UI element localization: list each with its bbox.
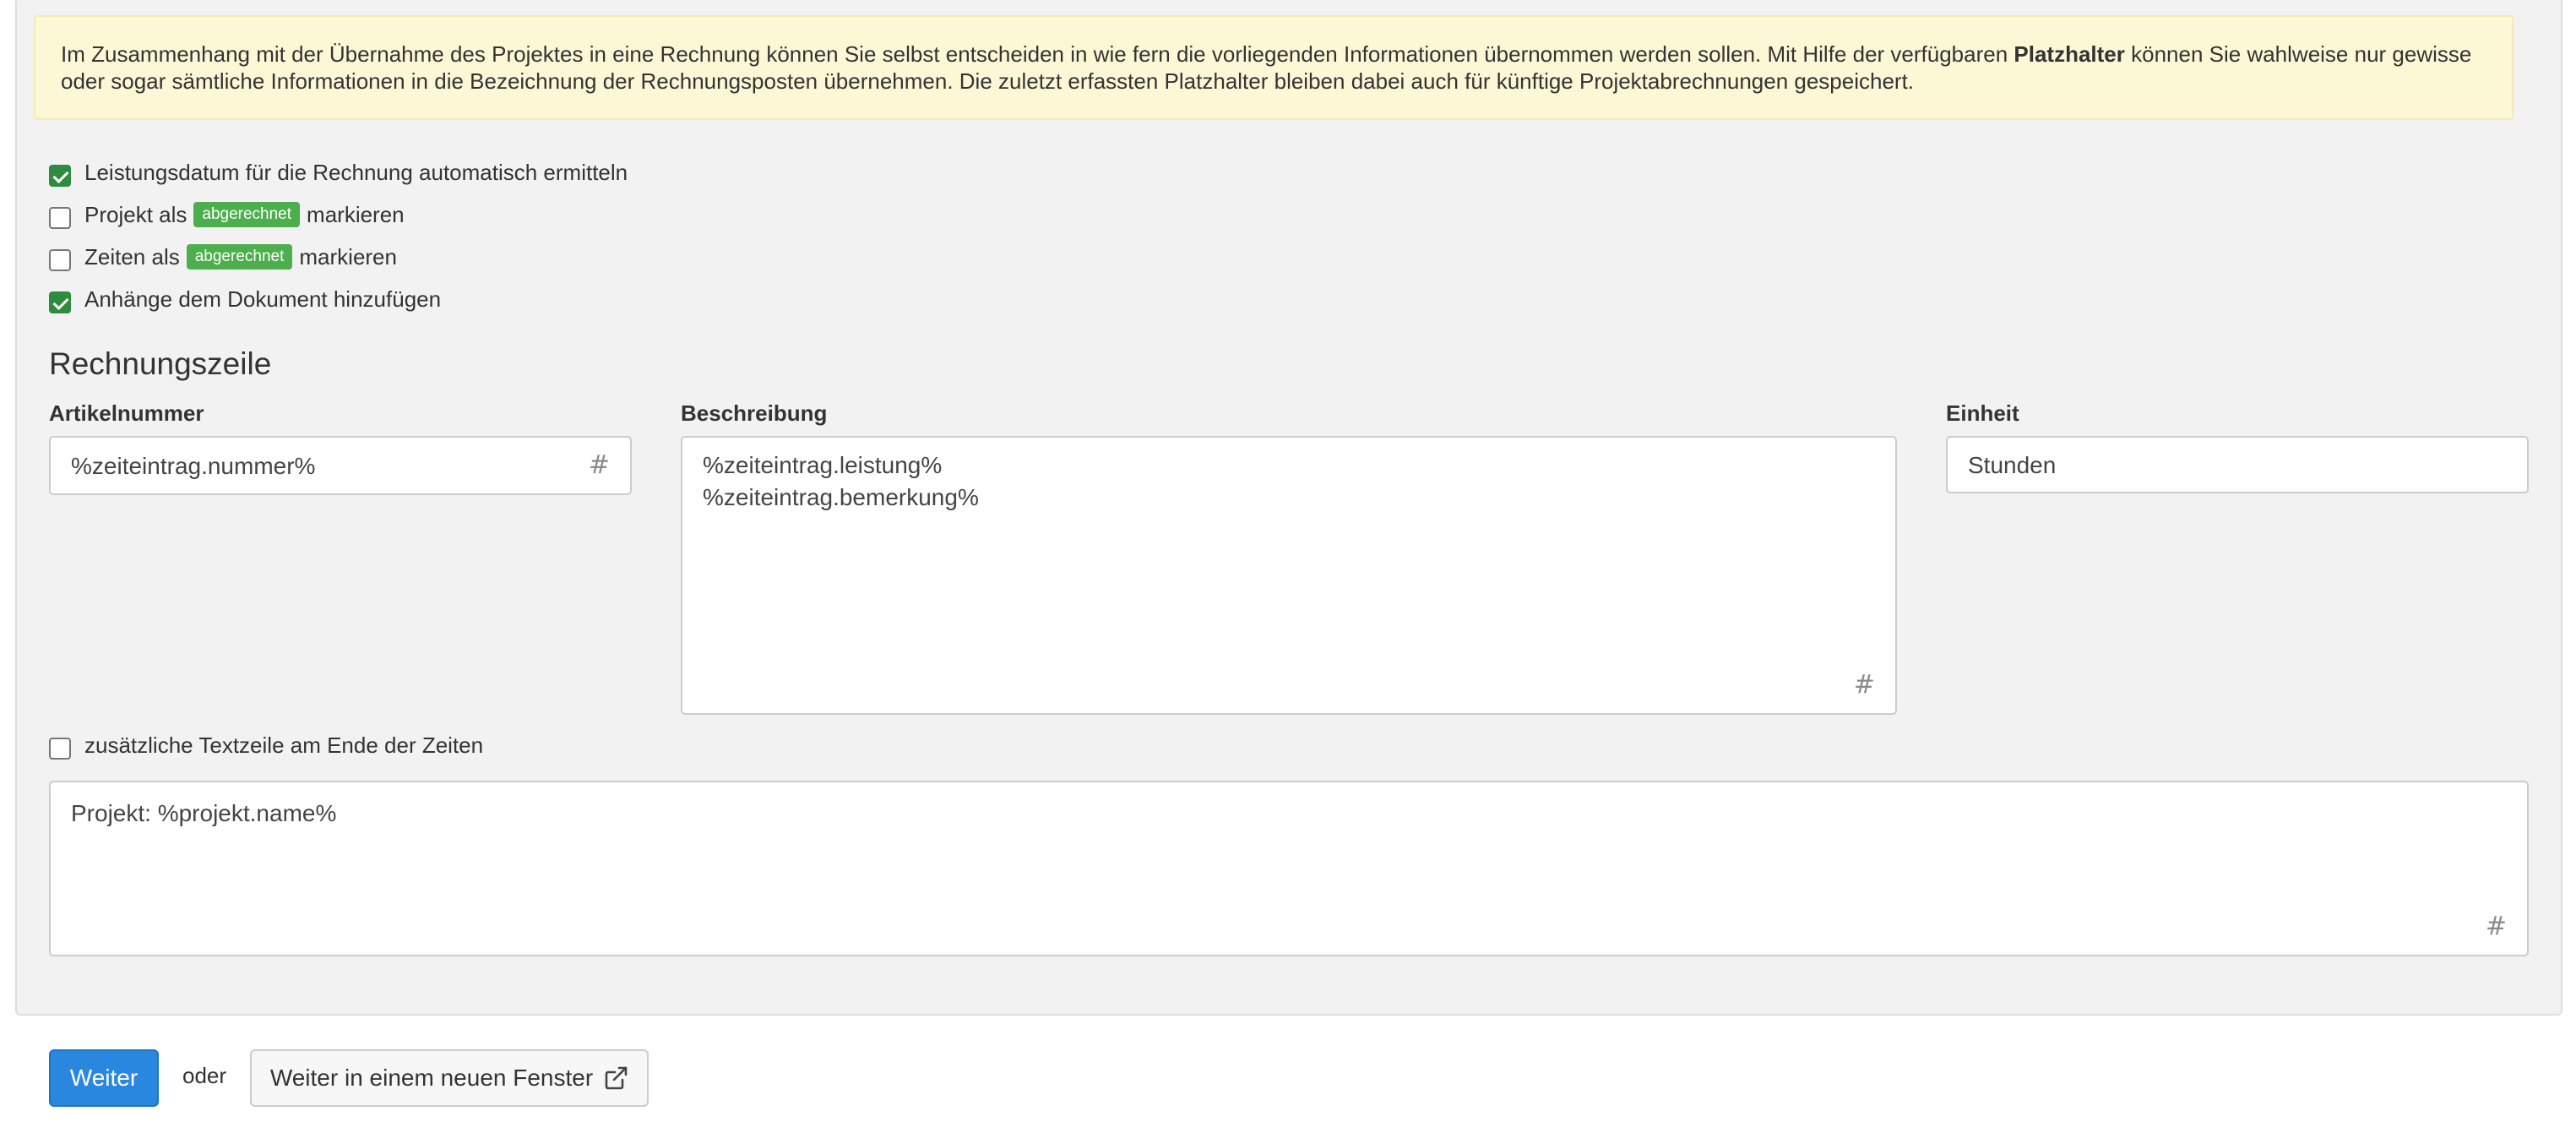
info-text-bold: Platzhalter [2014, 41, 2125, 67]
zusatztext-value: Projekt: %projekt.name% [71, 800, 337, 826]
zusatz-textzeile-checkbox[interactable] [49, 738, 71, 760]
zusatz-textzeile-label: zusätzliche Textzeile am Ende der Zeiten [84, 732, 484, 758]
artikelnummer-value: %zeiteintrag.nummer% [71, 453, 316, 479]
anhaenge-label: Anhänge dem Dokument hinzufügen [84, 286, 442, 312]
anhaenge-checkbox[interactable] [49, 291, 71, 313]
weiter-new-window-button[interactable]: Weiter in einem neuen Fenster [250, 1049, 649, 1107]
projekt-abgerechnet-checkbox[interactable] [49, 207, 71, 229]
beschreibung-line-2: %zeiteintrag.bemerkung% [703, 484, 979, 510]
einheit-input[interactable]: Stunden [1946, 436, 2529, 493]
option-projekt-abgerechnet[interactable]: Projekt als abgerechnet markieren [49, 198, 405, 231]
zeiten-label-suffix: markieren [299, 243, 397, 270]
leistungsdatum-label: Leistungsdatum für die Rechnung automati… [84, 159, 628, 185]
artikelnummer-label: Artikelnummer [49, 400, 204, 426]
leistungsdatum-checkbox[interactable] [49, 165, 71, 187]
weiter-new-window-label: Weiter in einem neuen Fenster [269, 1065, 594, 1091]
beschreibung-textarea[interactable]: %zeiteintrag.leistung% %zeiteintrag.beme… [681, 436, 1897, 715]
zeiten-status-badge: abgerechnet [186, 244, 293, 270]
zeiten-abgerechnet-checkbox[interactable] [49, 249, 71, 271]
einheit-label: Einheit [1946, 400, 2019, 426]
hash-icon[interactable]: # [2486, 912, 2507, 941]
weiter-button[interactable]: Weiter [49, 1049, 159, 1107]
section-title: Rechnungszeile [49, 346, 272, 381]
info-alert: Im Zusammenhang mit der Übernahme des Pr… [34, 15, 2514, 120]
option-zusatz-textzeile[interactable]: zusätzliche Textzeile am Ende der Zeiten [49, 728, 483, 762]
option-anhaenge[interactable]: Anhänge dem Dokument hinzufügen [49, 282, 441, 316]
beschreibung-line-1: %zeiteintrag.leistung% [703, 452, 943, 478]
zeiten-label-prefix: Zeiten als [84, 243, 180, 270]
projekt-label-suffix: markieren [307, 201, 405, 227]
projekt-label-prefix: Projekt als [84, 201, 187, 227]
option-leistungsdatum[interactable]: Leistungsdatum für die Rechnung automati… [49, 155, 628, 189]
artikelnummer-input[interactable]: %zeiteintrag.nummer% # [49, 436, 632, 495]
weiter-button-label: Weiter [69, 1065, 139, 1091]
option-zeiten-abgerechnet[interactable]: Zeiten als abgerechnet markieren [49, 240, 397, 274]
oder-text: oder [182, 1063, 227, 1088]
einheit-value: Stunden [1968, 452, 2057, 478]
info-text-before: Im Zusammenhang mit der Übernahme des Pr… [61, 41, 2014, 67]
beschreibung-label: Beschreibung [681, 400, 828, 426]
zusatztext-textarea[interactable]: Projekt: %projekt.name% # [49, 781, 2529, 956]
hash-icon[interactable]: # [589, 450, 610, 480]
hash-icon[interactable]: # [1854, 670, 1875, 700]
projekt-status-badge: abgerechnet [193, 202, 301, 227]
external-link-icon [603, 1065, 628, 1091]
